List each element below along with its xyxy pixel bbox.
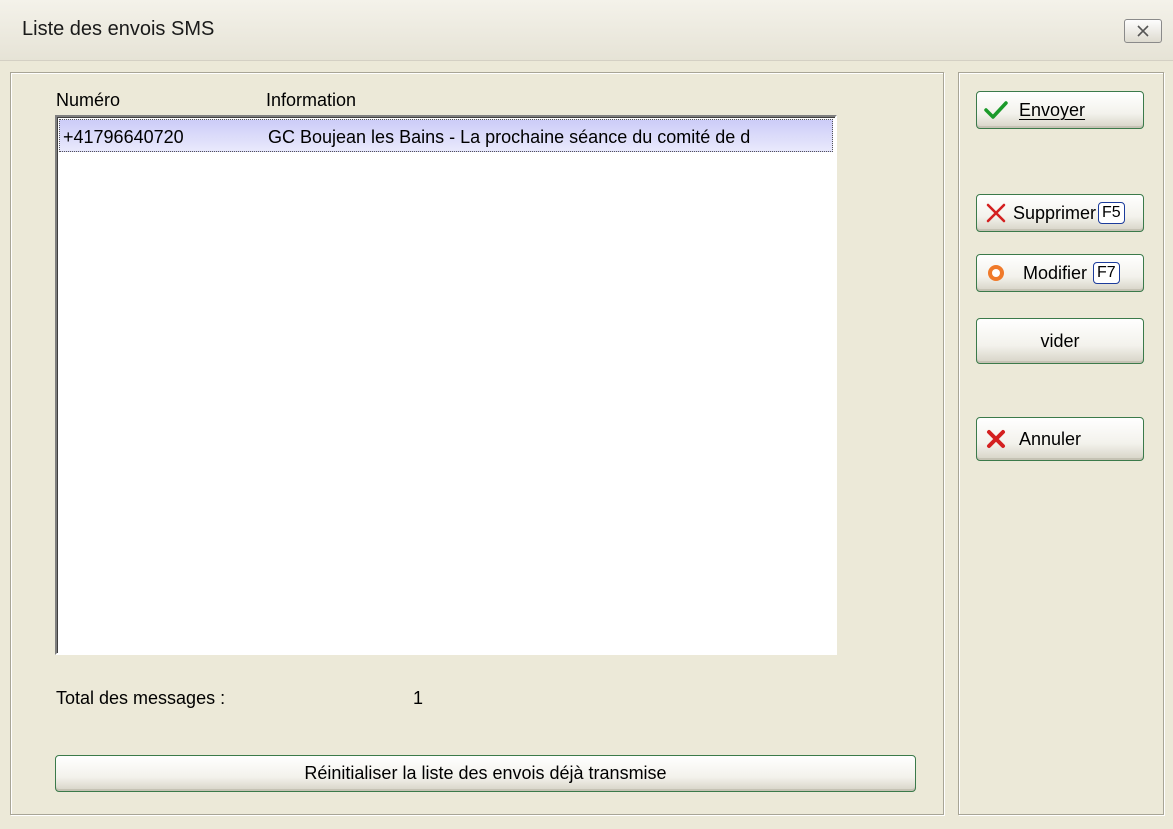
close-icon <box>1137 25 1149 37</box>
send-button[interactable]: Envoyer <box>976 91 1144 129</box>
total-messages-label: Total des messages : <box>56 688 226 708</box>
cancel-x-icon <box>983 427 1009 451</box>
shortcut-f7-badge: F7 <box>1093 262 1120 284</box>
modify-button[interactable]: Modifier F7 <box>976 254 1144 292</box>
cancel-label: Annuler <box>1019 428 1082 449</box>
column-header-information[interactable]: Information <box>266 90 356 111</box>
checkmark-icon <box>983 98 1009 122</box>
reset-list-label: Réinitialiser la liste des envois déjà t… <box>304 763 667 783</box>
send-label: Envoyer <box>1019 99 1086 120</box>
orange-circle-icon <box>983 261 1009 285</box>
title-bar: Liste des envois SMS <box>0 0 1173 61</box>
dialog-window: Liste des envois SMS Numéro Information … <box>0 0 1173 829</box>
column-header-numero[interactable]: Numéro <box>56 90 120 111</box>
modify-label: Modifier <box>1023 262 1088 283</box>
total-messages-value: 1 <box>413 688 424 708</box>
cancel-button[interactable]: Annuler <box>976 417 1144 461</box>
shortcut-f5-badge: F5 <box>1098 202 1125 224</box>
list-row[interactable]: +41796640720 GC Boujean les Bains - La p… <box>59 119 833 152</box>
reset-list-button[interactable]: Réinitialiser la liste des envois déjà t… <box>55 755 916 792</box>
delete-button[interactable]: Supprimer F5 <box>976 194 1144 232</box>
clear-label: vider <box>1040 330 1080 351</box>
row-information: GC Boujean les Bains - La prochaine séan… <box>268 127 751 147</box>
row-numero: +41796640720 <box>63 127 184 147</box>
sms-list[interactable]: +41796640720 GC Boujean les Bains - La p… <box>55 115 837 655</box>
clear-button[interactable]: vider <box>976 318 1144 364</box>
delete-label: Supprimer <box>1013 202 1097 223</box>
window-title: Liste des envois SMS <box>22 18 215 40</box>
close-button[interactable] <box>1124 19 1162 43</box>
red-x-icon <box>983 201 1009 225</box>
